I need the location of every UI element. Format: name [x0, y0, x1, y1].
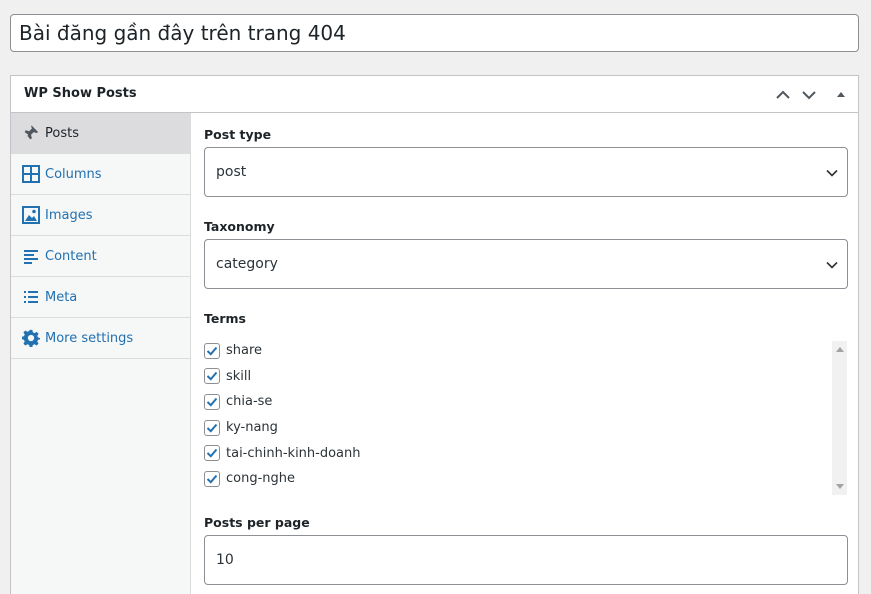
list-item: skill — [204, 364, 848, 390]
move-up-button[interactable] — [773, 85, 793, 105]
term-checkbox[interactable] — [204, 470, 220, 487]
tab-label: Images — [45, 207, 93, 223]
post-type-select[interactable]: post — [204, 147, 848, 197]
term-label: tai-chinh-kinh-doanh — [226, 445, 361, 461]
post-type-value: post — [216, 164, 247, 180]
terms-scrollbar[interactable] — [832, 341, 847, 495]
chevron-down-icon — [802, 91, 816, 100]
tab-label: Content — [45, 248, 97, 264]
checkmark-icon — [206, 372, 218, 382]
tab-meta[interactable]: Meta — [11, 277, 190, 318]
gear-icon — [22, 329, 40, 347]
triangle-up-icon — [837, 92, 845, 97]
term-label: ky-nang — [226, 420, 278, 436]
posts-per-page-input[interactable]: 10 — [204, 535, 848, 585]
term-label: chia-se — [226, 394, 273, 410]
post-type-label: Post type — [204, 127, 272, 142]
list-item: cong-nghe — [204, 466, 848, 492]
list-item: share — [204, 338, 848, 364]
list-item: tai-chinh-kinh-doanh — [204, 440, 848, 466]
chevron-down-icon — [826, 261, 838, 269]
scroll-down-arrow-icon[interactable] — [836, 484, 844, 489]
posts-per-page-value: 10 — [216, 552, 234, 568]
posts-per-page-label: Posts per page — [204, 515, 310, 530]
taxonomy-select[interactable]: category — [204, 239, 848, 289]
term-label: skill — [226, 368, 252, 384]
tab-posts[interactable]: Posts — [11, 113, 190, 154]
tab-content[interactable]: Content — [11, 236, 190, 277]
metabox-header: WP Show Posts — [11, 76, 858, 113]
checkmark-icon — [206, 346, 218, 356]
chevron-up-icon — [776, 90, 790, 99]
columns-icon — [22, 165, 40, 183]
term-checkbox[interactable] — [204, 368, 220, 385]
tab-label: Posts — [45, 125, 79, 141]
tab-label: More settings — [45, 330, 134, 346]
wp-show-posts-metabox: WP Show Posts Posts Columns Images Conte… — [10, 75, 859, 594]
term-checkbox[interactable] — [204, 342, 220, 359]
checkmark-icon — [206, 397, 218, 407]
metabox-title: WP Show Posts — [24, 86, 137, 101]
pin-icon — [22, 124, 40, 142]
toggle-panel-button[interactable] — [831, 85, 851, 105]
list-item: ky-nang — [204, 415, 848, 441]
checkmark-icon — [206, 449, 218, 458]
terms-label: Terms — [204, 311, 246, 326]
checkmark-icon — [206, 423, 218, 433]
move-down-button[interactable] — [799, 85, 819, 105]
list-icon — [22, 288, 40, 306]
taxonomy-value: category — [216, 256, 278, 272]
term-checkbox[interactable] — [204, 419, 220, 436]
taxonomy-label: Taxonomy — [204, 219, 275, 234]
scroll-up-arrow-icon[interactable] — [836, 347, 844, 352]
tab-label: Meta — [45, 289, 78, 305]
settings-tab-sidebar: Posts Columns Images Content Meta More s… — [11, 113, 191, 594]
content-align-icon — [22, 247, 40, 265]
tab-images[interactable]: Images — [11, 195, 190, 236]
term-label: share — [226, 343, 263, 359]
tab-more-settings[interactable]: More settings — [11, 318, 190, 359]
checkmark-icon — [206, 474, 218, 484]
chevron-down-icon — [826, 169, 838, 177]
tab-columns[interactable]: Columns — [11, 154, 190, 195]
terms-checklist: share skill chia-se ky-nang tai-chinh-ki… — [204, 338, 848, 493]
term-checkbox[interactable] — [204, 445, 220, 462]
post-title-input[interactable]: Bài đăng gần đây trên trang 404 — [10, 14, 859, 52]
tab-label: Columns — [45, 166, 102, 182]
term-label: cong-nghe — [226, 471, 296, 487]
list-item: chia-se — [204, 389, 848, 415]
term-checkbox[interactable] — [204, 393, 220, 410]
image-icon — [22, 206, 40, 224]
